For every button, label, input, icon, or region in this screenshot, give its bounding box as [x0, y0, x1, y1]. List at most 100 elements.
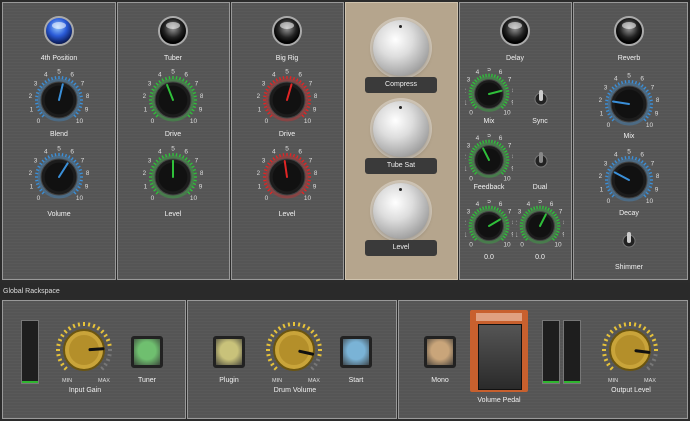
- svg-text:2: 2: [29, 93, 33, 100]
- tuber-level-knob[interactable]: 0 1 2 3 4 5 6 7 8 9 10: [143, 145, 204, 210]
- svg-text:6: 6: [550, 201, 554, 208]
- svg-text:4: 4: [44, 149, 48, 156]
- svg-text:6: 6: [499, 135, 503, 142]
- start-pad[interactable]: [340, 336, 372, 368]
- feedback-knob[interactable]: 01 234 5 678 910: [462, 132, 516, 187]
- shimmer-toggle[interactable]: [622, 230, 636, 252]
- tuber-drive-knob[interactable]: 0 1 2 3 4 5 6 7 8 9 10: [143, 68, 204, 133]
- reverb-lamp[interactable]: [614, 16, 644, 46]
- svg-text:4: 4: [44, 72, 48, 79]
- decay-label: Decay: [619, 210, 639, 217]
- svg-text:1: 1: [516, 231, 518, 238]
- reverb-mix-knob[interactable]: 0 1 2 3 4 5 6 7 8 9 10: [599, 72, 660, 137]
- svg-text:3: 3: [467, 77, 471, 84]
- delay-lamp[interactable]: [500, 16, 530, 46]
- svg-text:3: 3: [604, 84, 608, 91]
- delay-time-left-knob[interactable]: 012345678910: [462, 198, 516, 253]
- svg-text:9: 9: [199, 106, 203, 113]
- svg-text:10: 10: [190, 195, 198, 202]
- output-level-label: Output Level: [611, 387, 651, 394]
- delay-label: Delay: [506, 55, 524, 62]
- tuner-pad[interactable]: [131, 336, 163, 368]
- delay-mix-knob[interactable]: 01 234 5 678 910: [462, 66, 516, 121]
- output-level-knob[interactable]: MIN MAX: [598, 320, 662, 389]
- tuber-lamp[interactable]: [158, 16, 188, 46]
- svg-text:3: 3: [34, 157, 38, 164]
- svg-text:7: 7: [81, 157, 85, 164]
- svg-text:1: 1: [465, 165, 467, 172]
- svg-text:2: 2: [599, 173, 603, 180]
- volume-pedal-label: Volume Pedal: [477, 397, 521, 404]
- svg-text:6: 6: [640, 76, 644, 83]
- comp-level-button[interactable]: Level: [365, 240, 437, 256]
- drum-volume-label: Drum Volume: [273, 387, 317, 394]
- svg-text:10: 10: [76, 118, 84, 125]
- decay-knob[interactable]: 0 1 2 3 4 5 6 7 8 9 10: [599, 148, 660, 213]
- svg-text:6: 6: [298, 72, 302, 79]
- svg-text:7: 7: [508, 77, 512, 84]
- reverb-mix-label: Mix: [623, 133, 635, 140]
- svg-text:2: 2: [516, 220, 517, 227]
- svg-text:4: 4: [614, 76, 618, 83]
- input-meter: [21, 320, 39, 384]
- svg-text:3: 3: [148, 80, 152, 87]
- plugin-pad[interactable]: [213, 336, 245, 368]
- svg-text:4: 4: [476, 135, 480, 142]
- compress-knob[interactable]: [373, 20, 429, 76]
- svg-text:4: 4: [272, 72, 276, 79]
- svg-text:2: 2: [599, 97, 603, 104]
- shimmer-label: Shimmer: [614, 264, 643, 271]
- output-meter-right: [563, 320, 581, 384]
- compress-button[interactable]: Compress: [365, 77, 437, 93]
- svg-text:2: 2: [465, 88, 466, 95]
- svg-text:6: 6: [70, 149, 74, 156]
- svg-text:8: 8: [656, 173, 659, 180]
- svg-text:2: 2: [143, 170, 147, 177]
- svg-text:10: 10: [646, 122, 654, 129]
- tube-sat-knob[interactable]: [373, 101, 429, 157]
- svg-text:8: 8: [86, 93, 89, 100]
- big-rig-drive-knob[interactable]: 0 1 2 3 4 5 6 7 8 9 10: [257, 68, 318, 133]
- input-gain-label: Input Gain: [68, 387, 102, 394]
- dual-toggle[interactable]: [534, 150, 548, 172]
- svg-text:0: 0: [607, 122, 611, 129]
- svg-text:MAX: MAX: [644, 378, 656, 384]
- sync-label: Sync: [532, 118, 548, 125]
- svg-text:0: 0: [151, 118, 155, 125]
- svg-text:6: 6: [184, 72, 188, 79]
- svg-text:7: 7: [195, 157, 199, 164]
- svg-text:0: 0: [469, 241, 473, 248]
- big-rig-level-label: Level: [278, 211, 296, 218]
- svg-text:9: 9: [313, 183, 317, 190]
- svg-text:10: 10: [503, 175, 511, 182]
- svg-text:1: 1: [30, 106, 34, 113]
- svg-text:3: 3: [148, 157, 152, 164]
- big-rig-lamp[interactable]: [272, 16, 302, 46]
- volume-pedal[interactable]: [470, 310, 528, 392]
- mono-pad[interactable]: [424, 336, 456, 368]
- plugin-label: Plugin: [219, 377, 239, 384]
- sync-toggle[interactable]: [534, 88, 548, 110]
- svg-text:9: 9: [85, 106, 89, 113]
- svg-text:6: 6: [499, 69, 503, 76]
- svg-text:9: 9: [655, 110, 659, 117]
- fourth-position-lamp[interactable]: [44, 16, 74, 46]
- blend-knob[interactable]: 0 1 2 3 4 5 6 7 8 9 10: [29, 68, 90, 133]
- delay-readout-right: 0.0: [535, 254, 545, 261]
- svg-text:1: 1: [258, 183, 262, 190]
- big-rig-drive-label: Drive: [278, 131, 296, 138]
- svg-text:7: 7: [81, 80, 85, 87]
- svg-text:8: 8: [200, 93, 203, 100]
- delay-time-right-knob[interactable]: 012345678910: [513, 198, 567, 253]
- svg-text:3: 3: [518, 209, 522, 216]
- svg-text:4: 4: [527, 201, 531, 208]
- svg-text:6: 6: [640, 152, 644, 159]
- big-rig-level-knob[interactable]: 0 1 2 3 4 5 6 7 8 9 10: [257, 145, 318, 210]
- svg-text:7: 7: [508, 143, 512, 150]
- svg-text:10: 10: [304, 195, 312, 202]
- comp-level-knob[interactable]: [373, 183, 429, 239]
- tube-sat-button[interactable]: Tube Sat: [365, 158, 437, 174]
- svg-text:7: 7: [309, 157, 313, 164]
- svg-text:3: 3: [604, 160, 608, 167]
- volume-knob[interactable]: 0 1 2 3 4 5 6 7 8 9 10: [29, 145, 90, 210]
